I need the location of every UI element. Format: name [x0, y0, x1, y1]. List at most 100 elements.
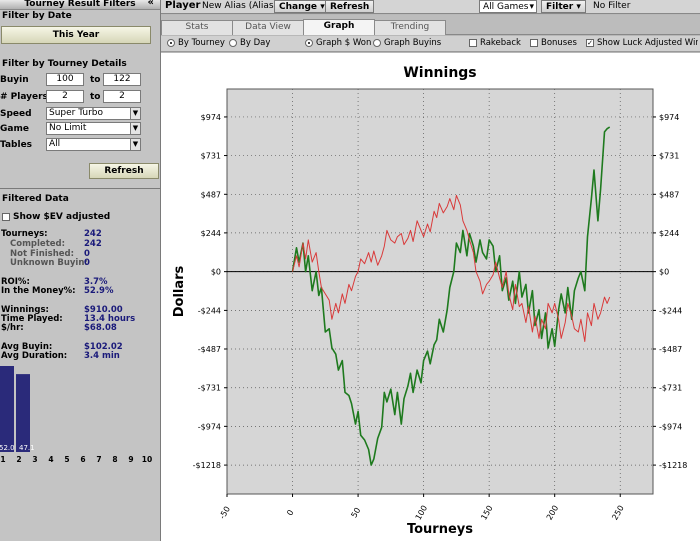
histogram-bar: [16, 374, 30, 452]
rakeback-option[interactable]: Rakeback: [469, 38, 521, 48]
players-max-input[interactable]: 2: [103, 90, 141, 103]
tables-select-value: All: [49, 139, 61, 149]
tables-row: Tables All ▼: [0, 138, 160, 152]
rakeback-checkbox[interactable]: [469, 38, 477, 47]
histogram-axis-label: 6: [80, 455, 85, 464]
players-to-label: to: [90, 92, 101, 102]
game-label: Game: [0, 124, 29, 134]
x-tick-label: 250: [610, 504, 625, 522]
y-tick-label: -$974: [198, 422, 221, 431]
bonuses-option[interactable]: Bonuses: [530, 38, 577, 48]
filter-button-label: Filter: [546, 2, 574, 12]
by-tourney-option[interactable]: By Tourney: [167, 38, 225, 48]
finish-position-histogram: 52.0 47.1 1 2 3 4 5 6 7 8 9 10: [0, 360, 160, 465]
tab-stats[interactable]: Stats: [161, 20, 233, 35]
stat-row: Tourneys: 242: [0, 229, 160, 239]
refresh-filters-button[interactable]: Refresh: [89, 163, 159, 179]
buyin-label: Buyin: [0, 75, 29, 85]
graph-buyins-option[interactable]: Graph Buyins: [373, 38, 441, 48]
graph-buyins-radio[interactable]: [373, 38, 381, 47]
stat-row: Unknown Buyin: 0: [0, 258, 160, 268]
x-tick-label: 50: [349, 506, 362, 519]
filter-button[interactable]: Filter ▾: [541, 0, 586, 13]
chevron-down-icon[interactable]: ▼: [130, 108, 140, 119]
stat-label: Tourneys:: [1, 229, 48, 239]
y-tick-label: -$731: [198, 384, 221, 393]
histogram-bar: [0, 366, 14, 452]
top-toolbar: Player New Alias (Alias) Change ▾ Refres…: [161, 0, 700, 14]
by-tourney-radio[interactable]: [167, 38, 175, 47]
by-day-label: By Day: [240, 38, 271, 48]
graph-won-radio[interactable]: [305, 38, 313, 47]
stat-value: 52.9%: [84, 286, 114, 296]
players-row: # Players 2 to 2: [0, 90, 160, 104]
games-select[interactable]: All Games ▾: [479, 0, 537, 13]
tables-select[interactable]: All ▼: [46, 138, 141, 151]
x-tick-label: 150: [479, 504, 494, 522]
histogram-axis-label: 10: [142, 455, 152, 464]
show-sev-row[interactable]: Show $EV adjusted: [2, 212, 110, 222]
x-tick-label: 0: [285, 508, 295, 517]
game-row: Game No Limit ▼: [0, 122, 160, 136]
show-luck-option[interactable]: ✓Show Luck Adjusted Winnings: [586, 38, 698, 48]
speed-row: Speed Super Turbo ▼: [0, 107, 160, 121]
filter-by-date-heading: Filter by Date: [2, 11, 72, 21]
buyin-max-input[interactable]: 122: [103, 73, 141, 86]
chevron-down-icon[interactable]: ▼: [130, 139, 140, 150]
show-sev-checkbox[interactable]: [2, 212, 10, 221]
speed-select[interactable]: Super Turbo ▼: [46, 107, 141, 120]
tables-label: Tables: [0, 140, 33, 150]
y-tick-label-right: -$1218: [659, 461, 687, 470]
chart-title: Winnings: [403, 65, 476, 81]
player-label: Player: [165, 0, 201, 11]
game-select[interactable]: No Limit ▼: [46, 122, 141, 135]
stat-label: In the Money%:: [1, 286, 76, 296]
histogram-axis-label: 7: [96, 455, 101, 464]
y-tick-label-right: -$487: [659, 345, 682, 354]
filter-panel-title: Tourney Result Filters «: [0, 0, 160, 10]
stat-label: $/hr:: [1, 323, 24, 333]
players-min-input[interactable]: 2: [46, 90, 84, 103]
filter-by-details-heading: Filter by Tourney Details: [2, 59, 127, 69]
tab-graph[interactable]: Graph: [303, 19, 375, 35]
tab-trending[interactable]: Trending: [374, 20, 446, 35]
y-tick-label: -$244: [198, 306, 221, 315]
games-select-value: All Games: [483, 2, 529, 12]
tab-data-view[interactable]: Data View: [232, 20, 304, 35]
show-luck-checkbox[interactable]: ✓: [586, 38, 594, 47]
rakeback-label: Rakeback: [480, 38, 521, 48]
chevron-down-icon: ▾: [529, 2, 534, 12]
buyin-min-input[interactable]: 100: [46, 73, 84, 86]
graph-won-option[interactable]: Graph $ Won: [305, 38, 371, 48]
stat-label: Completed:: [10, 239, 66, 249]
filter-panel: Tourney Result Filters « Filter by Date …: [0, 0, 161, 541]
y-tick-label-right: $0: [659, 268, 669, 277]
by-tourney-label: By Tourney: [178, 38, 225, 48]
divider: [0, 188, 160, 189]
date-range-button[interactable]: This Year: [1, 26, 151, 44]
histogram-axis-label: 9: [128, 455, 133, 464]
y-tick-label-right: -$731: [659, 384, 682, 393]
buyin-to-label: to: [90, 75, 101, 85]
x-tick-label: -50: [218, 505, 232, 521]
change-button[interactable]: Change ▾: [274, 0, 330, 13]
bonuses-label: Bonuses: [541, 38, 577, 48]
speed-label: Speed: [0, 109, 32, 119]
winnings-chart-svg: Winnings Tourneys Dollars $974 $974 $731 $731 $…: [172, 65, 687, 537]
histogram-axis-label: 4: [48, 455, 53, 464]
alias-name: New Alias (Alias): [202, 1, 278, 11]
y-axis-label: Dollars: [172, 265, 187, 317]
by-day-radio[interactable]: [229, 38, 237, 47]
by-day-option[interactable]: By Day: [229, 38, 270, 48]
histogram-bar-label: 47.1: [19, 444, 35, 452]
plot-area: [226, 88, 654, 495]
winnings-chart: Winnings Tourneys Dollars $974 $974 $731 $731 $…: [161, 53, 700, 541]
chevron-down-icon[interactable]: ▼: [130, 123, 140, 134]
stat-value: $68.08: [84, 323, 117, 333]
collapse-icon[interactable]: «: [148, 0, 154, 8]
stat-value: 242: [84, 239, 102, 249]
stat-row: In the Money%: 52.9%: [0, 286, 160, 296]
stat-row: $/hr: $68.08: [0, 323, 160, 333]
bonuses-checkbox[interactable]: [530, 38, 538, 47]
refresh-button[interactable]: Refresh: [325, 0, 375, 13]
